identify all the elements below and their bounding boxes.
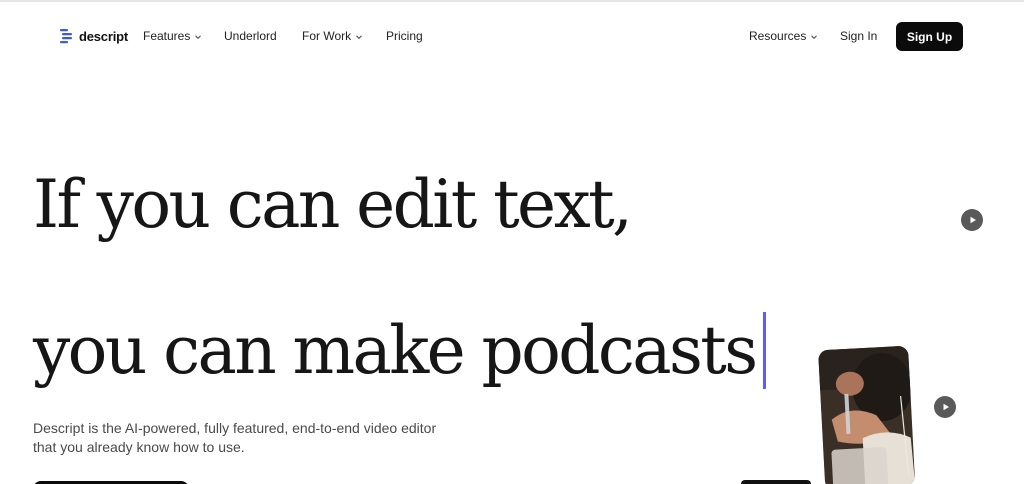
play-icon (970, 216, 976, 224)
hero-subcopy: Descript is the AI-powered, fully featur… (33, 419, 483, 457)
nav-item-underlord[interactable]: Underlord (224, 29, 277, 43)
page: descript Features Underlord For Work Pri… (0, 0, 1024, 484)
media-card-edge (741, 480, 811, 484)
chevron-down-icon (356, 34, 363, 39)
play-button[interactable] (961, 209, 983, 231)
nav-item-label: Features (143, 29, 191, 43)
text-cursor-caret (763, 312, 767, 389)
nav-item-features[interactable]: Features (143, 29, 202, 43)
top-nav: descript Features Underlord For Work Pri… (0, 2, 1024, 72)
hero-headline-text: you can make podcasts (33, 312, 758, 389)
sign-in-link[interactable]: Sign In (840, 29, 877, 43)
hero-subcopy-line-2: that you already know how to use. (33, 439, 245, 455)
nav-item-for-work[interactable]: For Work (302, 29, 363, 43)
sign-up-button[interactable]: Sign Up (896, 22, 963, 51)
nav-item-label: For Work (302, 29, 352, 43)
nav-item-pricing[interactable]: Pricing (386, 29, 423, 43)
play-icon (943, 403, 949, 411)
video-thumbnail-image (818, 345, 916, 484)
sign-in-label: Sign In (840, 29, 878, 43)
nav-item-resources[interactable]: Resources (749, 29, 818, 43)
video-thumbnail[interactable] (818, 345, 916, 484)
chevron-down-icon (811, 34, 818, 39)
descript-logo-icon (60, 29, 72, 44)
hero-headline-line-1: If you can edit text, (33, 166, 633, 243)
nav-item-label: Resources (749, 29, 807, 43)
hero-subcopy-line-1: Descript is the AI-powered, fully featur… (33, 420, 437, 436)
play-button[interactable] (934, 396, 956, 418)
chevron-down-icon (195, 34, 202, 39)
brand-name: descript (79, 28, 128, 44)
nav-item-label: Underlord (224, 29, 277, 43)
nav-item-label: Pricing (386, 29, 423, 43)
hero-headline-line-2: you can make podcasts (33, 312, 767, 389)
brand-logo-link[interactable]: descript (60, 28, 128, 44)
